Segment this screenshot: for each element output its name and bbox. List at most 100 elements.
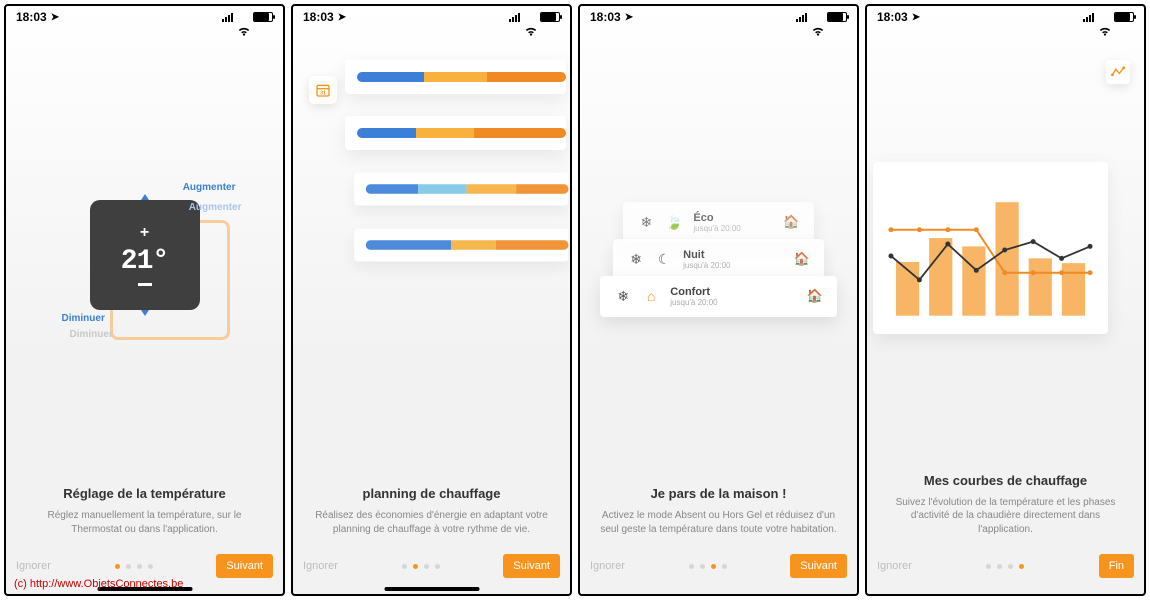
schedule-segment	[366, 240, 451, 250]
schedule-segment	[487, 72, 566, 82]
mode-card[interactable]: ❄☾Nuitjusqu'à 20:00🏠	[613, 239, 824, 280]
wifi-icon	[811, 11, 823, 23]
chart-step-point	[1031, 270, 1036, 275]
page-dot-2	[126, 564, 131, 569]
arrow-down-icon	[141, 310, 149, 316]
mode-card[interactable]: ❄⌂Confortjusqu'à 20:00🏠	[600, 276, 836, 317]
page-indicator	[338, 564, 503, 569]
chart-bar	[995, 202, 1018, 315]
chart-temp-point	[974, 268, 979, 273]
onboarding-title: Mes courbes de chauffage	[883, 473, 1128, 488]
chart-temp-point	[1088, 244, 1093, 249]
mode-name: Nuit	[683, 249, 784, 261]
onboarding-title: planning de chauffage	[309, 486, 554, 501]
mode-card[interactable]: ❄🍃Écojusqu'à 20:00🏠	[623, 202, 813, 243]
chart-temp-point	[1002, 248, 1007, 253]
schedule-segment	[357, 72, 424, 82]
svg-text:31: 31	[320, 91, 326, 97]
illustration-chart	[867, 28, 1144, 469]
chart-card	[873, 162, 1108, 334]
wifi-icon	[524, 11, 536, 23]
cell-signal-icon	[796, 12, 807, 22]
skip-button[interactable]: Ignorer	[303, 560, 338, 572]
onboarding-screen-3: 18:03 ➤ ❄🍃Écojusqu'à 20:00🏠❄☾Nuitjusqu'à…	[578, 4, 859, 596]
page-dot-1	[402, 564, 407, 569]
calendar-icon: 31	[309, 76, 337, 104]
next-button[interactable]: Suivant	[503, 554, 560, 578]
house-person-icon: 🏠	[794, 251, 810, 267]
battery-icon	[253, 12, 273, 22]
house-person-icon: 🏠	[783, 214, 799, 230]
page-dot-3	[1008, 564, 1013, 569]
chart-bar	[1062, 263, 1085, 316]
schedule-segment	[366, 184, 419, 194]
chart-step-point	[1059, 270, 1064, 275]
home-icon: ⌂	[642, 288, 660, 304]
cell-signal-icon	[509, 12, 520, 22]
cell-signal-icon	[1083, 12, 1094, 22]
onboarding-screen-1: 18:03 ➤ + 21° Augmenter Augmenter Diminu…	[4, 4, 285, 596]
location-icon: ➤	[338, 12, 346, 23]
page-dot-1	[689, 564, 694, 569]
chart-step-point	[1002, 270, 1007, 275]
page-dot-4	[148, 564, 153, 569]
label-diminuer: Diminuer	[62, 313, 105, 324]
schedule-segment	[424, 72, 487, 82]
chart-step-point	[1088, 270, 1093, 275]
schedule-segment	[467, 184, 516, 194]
chart-toggle-button[interactable]	[1106, 60, 1130, 84]
schedule-segment	[516, 184, 569, 194]
plus-icon: +	[140, 224, 149, 242]
schedule-segment	[451, 240, 496, 250]
illustration-planning: 31	[293, 28, 570, 482]
page-indicator	[625, 564, 790, 569]
page-dot-3	[137, 564, 142, 569]
onboarding-description: Réglez manuellement la température, sur …	[22, 509, 267, 536]
next-button[interactable]: Fin	[1099, 554, 1134, 578]
onboarding-description: Activez le mode Absent ou Hors Gel et ré…	[596, 509, 841, 536]
skip-button[interactable]: Ignorer	[16, 560, 51, 572]
location-icon: ➤	[912, 12, 920, 23]
schedule-segment	[418, 184, 467, 194]
arrow-up-icon	[141, 194, 149, 200]
schedule-segment	[416, 128, 475, 138]
chart-temp-point	[917, 278, 922, 283]
next-button[interactable]: Suivant	[216, 554, 273, 578]
mode-name: Éco	[693, 212, 773, 224]
page-dot-1	[986, 564, 991, 569]
thermostat-device: + 21° Augmenter Augmenter Diminuer Dimin…	[90, 200, 200, 310]
schedule-bar	[366, 184, 569, 194]
planning-row	[354, 173, 568, 206]
next-button[interactable]: Suivant	[790, 554, 847, 578]
label-diminuer-ghost: Diminuer	[70, 329, 113, 340]
mode-name: Confort	[670, 286, 796, 298]
onboarding-description: Suivez l'évolution de la température et …	[883, 496, 1128, 537]
snowflake-icon: ❄	[637, 214, 655, 231]
mode-subtitle: jusqu'à 20:00	[693, 224, 773, 233]
page-dot-4	[435, 564, 440, 569]
page-dot-4	[1019, 564, 1024, 569]
onboarding-title: Je pars de la maison !	[596, 486, 841, 501]
skip-button[interactable]: Ignorer	[590, 560, 625, 572]
wifi-icon	[237, 11, 249, 23]
chart-step-line	[891, 230, 1090, 273]
house-person-icon: 🏠	[807, 288, 823, 304]
chart-bar	[929, 238, 952, 316]
cell-signal-icon	[222, 12, 233, 22]
chart-temp-point	[945, 242, 950, 247]
schedule-segment	[474, 128, 566, 138]
schedule-bar	[366, 240, 569, 250]
page-dot-1	[115, 564, 120, 569]
status-time: 18:03	[303, 10, 334, 24]
schedule-segment	[495, 240, 568, 250]
battery-icon	[827, 12, 847, 22]
planning-row	[345, 116, 566, 150]
location-icon: ➤	[51, 12, 59, 23]
illustration-thermostat: + 21° Augmenter Augmenter Diminuer Dimin…	[6, 28, 283, 482]
chart-bar	[1029, 259, 1052, 316]
page-indicator	[51, 564, 216, 569]
battery-icon	[1114, 12, 1134, 22]
skip-button[interactable]: Ignorer	[877, 560, 912, 572]
battery-icon	[540, 12, 560, 22]
page-indicator	[912, 564, 1099, 569]
